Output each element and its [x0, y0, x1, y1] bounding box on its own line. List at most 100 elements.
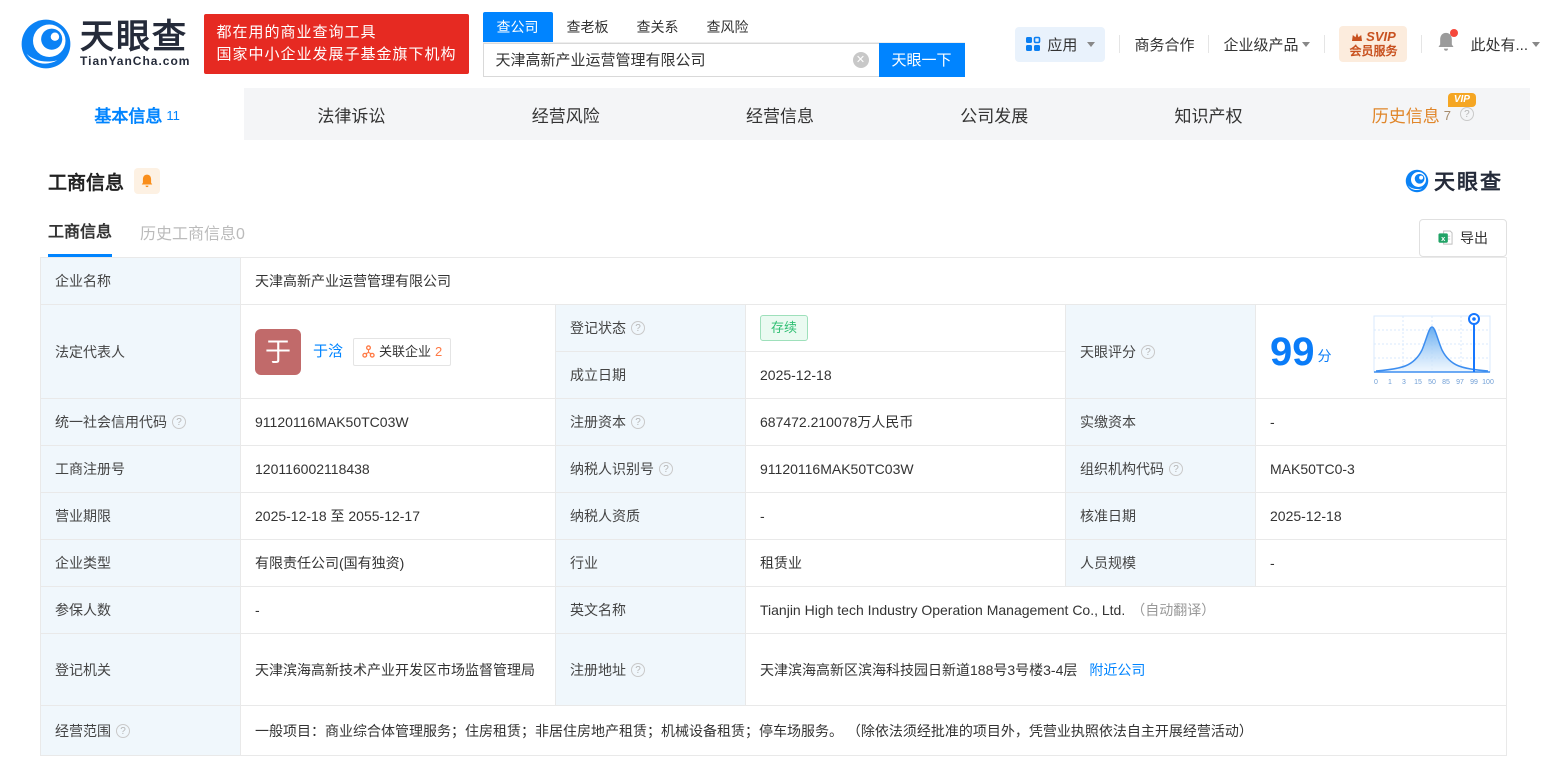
top-header: 天眼查 TianYanCha.com 都在用的商业查询工具 国家中小企业发展子基… — [0, 0, 1560, 88]
reg-capital-value: 687472.210078万人民币 — [746, 399, 1066, 446]
industry-label: 行业 — [556, 540, 746, 587]
subtab-history-business-info[interactable]: 历史工商信息0 — [140, 220, 245, 256]
monitor-bell-button[interactable] — [134, 168, 161, 194]
section-title: 工商信息 — [48, 172, 125, 194]
chevron-down-icon — [1302, 41, 1311, 47]
status-badge: 存续 — [760, 315, 809, 341]
org-code-label: 组织机构代码? — [1066, 446, 1256, 493]
search-button[interactable]: 天眼一下 — [878, 42, 965, 77]
business-scope-value: 一般项目：商业综合体管理服务；住房租赁；非居住房地产租赁；机械设备租赁；停车场服… — [241, 706, 1507, 756]
tab-operation-risk[interactable]: 经营风险 — [459, 88, 673, 140]
help-icon[interactable]: ? — [631, 321, 645, 335]
business-coop-link[interactable]: 商务合作 — [1134, 34, 1194, 55]
reg-address-value: 天津滨海高新区滨海科技园日新道188号3号楼3-4层 附近公司 — [746, 634, 1507, 706]
enterprise-products-link[interactable]: 企业级产品 — [1223, 34, 1311, 55]
divider — [1421, 35, 1423, 53]
reg-number-label: 工商注册号 — [41, 446, 241, 493]
insured-count-label: 参保人数 — [41, 587, 241, 634]
reg-capital-label: 注册资本? — [556, 399, 746, 446]
approval-date-label: 核准日期 — [1066, 493, 1256, 540]
score-label: 天眼评分? — [1066, 305, 1256, 399]
svg-text:0: 0 — [1374, 379, 1378, 386]
chevron-down-icon — [1087, 41, 1096, 47]
svg-text:3: 3 — [1402, 379, 1406, 386]
credit-code-label: 统一社会信用代码? — [41, 399, 241, 446]
related-companies-badge[interactable]: 关联企业 2 — [353, 337, 452, 366]
help-icon[interactable]: ? — [659, 462, 673, 476]
tianyancha-logo[interactable]: 天眼查 TianYanCha.com — [20, 18, 190, 70]
score-cell: 99 分 0 1 3 15 50 85 97 99 100 — [1256, 305, 1507, 399]
help-icon[interactable]: ? — [631, 415, 645, 429]
svg-text:97: 97 — [1456, 379, 1464, 386]
svg-text:99: 99 — [1470, 379, 1478, 386]
svip-label: SVIP — [1366, 29, 1396, 44]
taxpayer-id-value: 91120116MAK50TC03W — [746, 446, 1066, 493]
taxpayer-quality-value: - — [746, 493, 1066, 540]
help-icon[interactable]: ? — [172, 415, 186, 429]
legal-rep-cell: 于 于浛 关联企业 2 — [241, 305, 556, 399]
svip-member-button[interactable]: SVIP 会员服务 — [1339, 26, 1408, 62]
legal-rep-label: 法定代表人 — [41, 305, 241, 399]
user-menu[interactable]: 此处有... — [1470, 34, 1540, 55]
legal-rep-avatar[interactable]: 于 — [255, 328, 301, 375]
vip-badge: VIP — [1447, 93, 1476, 107]
notifications-button[interactable] — [1436, 28, 1459, 58]
apps-menu-button[interactable]: 应用 — [1015, 26, 1106, 62]
promo-banner: 都在用的商业查询工具 国家中小企业发展子基金旗下机构 — [204, 14, 469, 74]
help-icon[interactable]: ? — [631, 662, 645, 677]
tianyancha-logo-icon — [1405, 169, 1429, 193]
clear-search-icon[interactable]: ✕ — [852, 51, 869, 68]
help-icon[interactable]: ? — [1459, 107, 1474, 121]
company-name-value: 天津高新产业运营管理有限公司 — [241, 258, 1507, 305]
credit-code-value: 91120116MAK50TC03W — [241, 399, 556, 446]
reg-number-value: 120116002118438 — [241, 446, 556, 493]
english-name-label: 英文名称 — [556, 587, 746, 634]
export-button[interactable]: x 导出 — [1419, 218, 1507, 257]
tianyancha-watermark: 天眼查 — [1405, 166, 1503, 196]
est-date-value: 2025-12-18 — [746, 352, 1066, 399]
reg-status-value: 存续 — [746, 305, 1066, 352]
legal-rep-name-link[interactable]: 于浛 — [313, 342, 343, 362]
insured-count-value: - — [241, 587, 556, 634]
taxpayer-quality-label: 纳税人资质 — [556, 493, 746, 540]
search-block: 查公司 查老板 查关系 查风险 ✕ 天眼一下 — [482, 11, 965, 77]
logo-domain-text: TianYanCha.com — [80, 54, 191, 68]
chevron-down-icon — [1532, 41, 1540, 47]
score-value: 99 — [1270, 329, 1315, 374]
business-info-table: 企业名称 天津高新产业运营管理有限公司 法定代表人 于 于浛 关联企业 2 登记… — [40, 257, 1507, 756]
svg-text:85: 85 — [1442, 379, 1450, 386]
tab-history-info[interactable]: VIP 历史信息 7 ? — [1316, 88, 1530, 140]
business-term-label: 营业期限 — [41, 493, 241, 540]
tab-basic-info[interactable]: 基本信息 11 — [30, 88, 245, 140]
search-tab-boss[interactable]: 查老板 — [553, 12, 623, 42]
help-icon[interactable]: ? — [1169, 462, 1183, 476]
tianyancha-logo-icon — [21, 19, 71, 69]
business-scope-label: 经营范围? — [41, 706, 241, 756]
company-nav-tabs: 基本信息 11 法律诉讼 经营风险 经营信息 公司发展 知识产权 VIP 历史信息… — [30, 88, 1530, 140]
subtab-business-info[interactable]: 工商信息 — [48, 218, 113, 257]
apps-menu-label: 应用 — [1047, 36, 1078, 54]
staff-size-label: 人员规模 — [1066, 540, 1256, 587]
org-relation-icon — [362, 345, 375, 358]
search-tab-company[interactable]: 查公司 — [482, 11, 553, 42]
search-tabs: 查公司 查老板 查关系 查风险 — [482, 11, 965, 43]
crown-icon — [1352, 32, 1363, 41]
grid-apps-icon — [1026, 36, 1041, 51]
score-distribution-chart[interactable]: 0 1 3 15 50 85 97 99 100 — [1366, 310, 1498, 394]
tab-operation-info[interactable]: 经营信息 — [673, 88, 887, 140]
taxpayer-id-label: 纳税人识别号? — [556, 446, 746, 493]
paid-capital-value: - — [1256, 399, 1507, 446]
tab-intellectual-property[interactable]: 知识产权 — [1101, 88, 1315, 140]
search-tab-risk[interactable]: 查风险 — [693, 12, 763, 42]
industry-value: 租赁业 — [746, 540, 1066, 587]
company-type-value: 有限责任公司(国有独资) — [241, 540, 556, 587]
search-input[interactable] — [483, 51, 879, 68]
help-icon[interactable]: ? — [1141, 344, 1155, 359]
tab-company-development[interactable]: 公司发展 — [887, 88, 1101, 140]
est-date-label: 成立日期 — [556, 352, 746, 399]
search-tab-relation[interactable]: 查关系 — [623, 12, 693, 42]
svip-sublabel: 会员服务 — [1349, 44, 1398, 58]
nearby-companies-link[interactable]: 附近公司 — [1089, 660, 1145, 680]
tab-legal-litigation[interactable]: 法律诉讼 — [244, 88, 458, 140]
help-icon[interactable]: ? — [116, 723, 130, 738]
